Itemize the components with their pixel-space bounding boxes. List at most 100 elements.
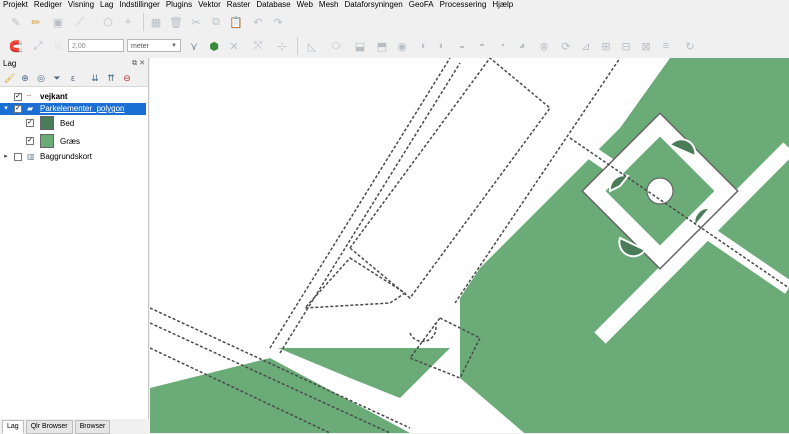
road-edge [269, 58, 451, 349]
layer-row-vejkant[interactable]: ✓ ┄ vejkant [0, 91, 146, 103]
line-symbol-icon: ┄ [27, 93, 32, 100]
move-label-icon[interactable]: ⊠ [638, 38, 654, 54]
toggle-editing-icon[interactable]: ✏ [28, 14, 44, 30]
legend-checkbox[interactable]: ✓ [26, 137, 34, 145]
menu-processering[interactable]: Processering [437, 0, 490, 10]
menu-mesh[interactable]: Mesh [316, 0, 342, 10]
menu-raster[interactable]: Raster [224, 0, 254, 10]
topology-editing-icon[interactable]: ⋎ [186, 38, 202, 54]
advanced-digitize-icon[interactable]: ◺ [304, 38, 320, 54]
tab-browser[interactable]: Browser [74, 420, 111, 434]
layer-checkbox[interactable] [14, 153, 22, 161]
magnet-icon[interactable]: 🧲 [8, 38, 24, 54]
align-icon[interactable]: ≡ [658, 38, 674, 54]
menu-projekt[interactable]: Projekt [0, 0, 31, 10]
legend-checkbox[interactable]: ✓ [26, 119, 34, 127]
add-group-icon[interactable]: ⊕ [20, 73, 30, 83]
road-edge [409, 322, 437, 343]
panel-tabs: Lag Qlr Browser Browser [0, 419, 150, 434]
snapping-toolbar: 🧲 ⤢ ⁙ 2,00 meter ▼ ⋎ ⬢ ✕ ⤧ ⊹ ◺ ⬭ ⬓ ⬒ ◉ ◑… [0, 34, 789, 59]
filter-legend-icon[interactable]: ⏷ [52, 73, 62, 83]
snap-intersection-icon[interactable]: ⬢ [206, 38, 222, 54]
legend-row-graes[interactable]: ✓ Græs [0, 133, 146, 151]
float-panel-icon[interactable]: ⧉ [132, 60, 137, 67]
filter-expression-icon[interactable]: ε [68, 73, 78, 83]
menu-dataforsyningen[interactable]: Dataforsyningen [341, 0, 405, 10]
delete-part-icon[interactable]: ◑ [414, 38, 430, 54]
close-icon[interactable]: ✕ [139, 60, 145, 67]
map-canvas[interactable] [150, 58, 789, 433]
menu-vektor[interactable]: Vektor [195, 0, 224, 10]
layers-panel-toolbar: 🖌 ⊕ ◎ ⏷ ε ⇊ ⇈ ⊖ [0, 70, 148, 87]
layer-row-parkelementer[interactable]: ▾ ✓ ▰ Parkelementer_polygon [0, 103, 146, 115]
legend-row-bed[interactable]: ✓ Bed [0, 115, 146, 133]
menu-visning[interactable]: Visning [65, 0, 97, 10]
delete-ring-icon[interactable]: ◉ [394, 38, 410, 54]
vertex-tool-icon[interactable]: ⌖ [120, 14, 136, 30]
collapse-all-icon[interactable]: ⇈ [106, 73, 116, 83]
save-edits-icon[interactable]: ▣ [50, 14, 66, 30]
menu-plugins[interactable]: Plugins [163, 0, 195, 10]
menu-database[interactable]: Database [253, 0, 293, 10]
tab-lag[interactable]: Lag [2, 420, 24, 434]
rotate-feature-icon[interactable]: ↻ [682, 38, 698, 54]
add-vertex-icon[interactable]: ⊞ [598, 38, 614, 54]
simplify-icon[interactable]: ⊿ [578, 38, 594, 54]
legend-label: Græs [60, 137, 80, 146]
split-features-icon[interactable]: ◓ [474, 38, 490, 54]
graes-swatch [40, 134, 54, 148]
self-snap-icon[interactable]: ⤧ [250, 38, 266, 54]
split-parts-icon[interactable]: ◔ [494, 38, 510, 54]
add-polygon-icon[interactable]: ⬠ [100, 14, 116, 30]
current-edits-icon[interactable]: ✎ [8, 14, 24, 30]
legend-label: Bed [60, 119, 75, 128]
polygon-layer-icon: ▰ [27, 104, 34, 113]
add-part-icon[interactable]: ⬓ [352, 38, 368, 54]
unit-label: meter [131, 43, 149, 50]
delete-selected-icon[interactable]: 🗑 [168, 14, 184, 30]
snap-settings-icon[interactable]: ⁙ [50, 38, 66, 54]
undo-icon[interactable]: ↶ [250, 14, 266, 30]
road-edge [279, 62, 461, 354]
scale-dependent-icon[interactable]: ⊹ [274, 38, 290, 54]
menu-indstillinger[interactable]: Indstillinger [116, 0, 162, 10]
panel-header: Lag ⧉ ✕ [0, 58, 148, 70]
rotate-point-icon[interactable]: ⟳ [558, 38, 574, 54]
reshape-icon[interactable]: ◐ [434, 38, 450, 54]
menu-lag[interactable]: Lag [97, 0, 116, 10]
tolerance-spinbox[interactable]: 2,00 [68, 39, 124, 52]
layer-checkbox[interactable]: ✓ [14, 93, 22, 101]
map-svg [150, 58, 789, 433]
expand-all-icon[interactable]: ⇊ [90, 73, 100, 83]
tolerance-unit-select[interactable]: meter ▼ [127, 39, 181, 52]
add-ring-icon[interactable]: ⬭ [328, 38, 344, 54]
menu-web[interactable]: Web [294, 0, 316, 10]
collapse-icon[interactable]: ▾ [2, 103, 10, 115]
layer-style-icon[interactable]: 🖌 [4, 73, 15, 83]
menu-bar: Projekt Rediger Visning Lag Indstillinge… [0, 0, 789, 10]
modify-attributes-icon[interactable]: ▦ [148, 14, 164, 30]
manage-map-themes-icon[interactable]: ◎ [36, 73, 46, 83]
paste-features-icon[interactable]: 📋 [228, 14, 244, 30]
merge-features-icon[interactable]: ◕ [514, 38, 530, 54]
digitize-line-icon[interactable]: ⟋ [72, 14, 88, 30]
layer-label: Baggrundskort [40, 152, 93, 161]
tab-qlr-browser[interactable]: Qlr Browser [25, 420, 73, 434]
cut-features-icon[interactable]: ✂ [188, 14, 204, 30]
offset-curve-icon[interactable]: ◒ [454, 38, 470, 54]
expand-icon[interactable]: ▸ [2, 151, 10, 163]
layer-row-baggrundskort[interactable]: ▸ ▥ Baggrundskort [0, 151, 146, 163]
redo-icon[interactable]: ↷ [270, 14, 286, 30]
layer-checkbox[interactable]: ✓ [14, 105, 22, 113]
trace-icon[interactable]: ✕ [226, 38, 242, 54]
menu-hjaelp[interactable]: Hjælp [489, 0, 516, 10]
snap-type-icon[interactable]: ⤢ [30, 38, 46, 54]
menu-geofa[interactable]: GeoFA [406, 0, 437, 10]
fill-ring-icon[interactable]: ⬒ [374, 38, 390, 54]
remove-layer-icon[interactable]: ⊖ [122, 73, 132, 83]
menu-rediger[interactable]: Rediger [31, 0, 65, 10]
copy-features-icon[interactable]: ⧉ [208, 14, 224, 30]
delete-vertex-icon[interactable]: ⊟ [618, 38, 634, 54]
merge-attributes-icon[interactable]: ⊗ [536, 38, 552, 54]
group-icon: ▥ [27, 152, 35, 161]
